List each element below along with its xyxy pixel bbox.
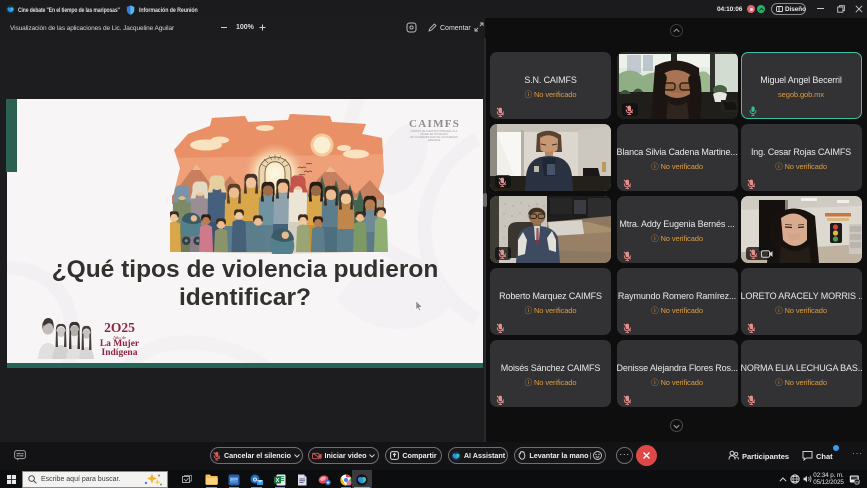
svg-text:o: o [253, 477, 257, 484]
svg-text:X: X [276, 478, 280, 484]
svg-text:23: 23 [855, 480, 859, 484]
